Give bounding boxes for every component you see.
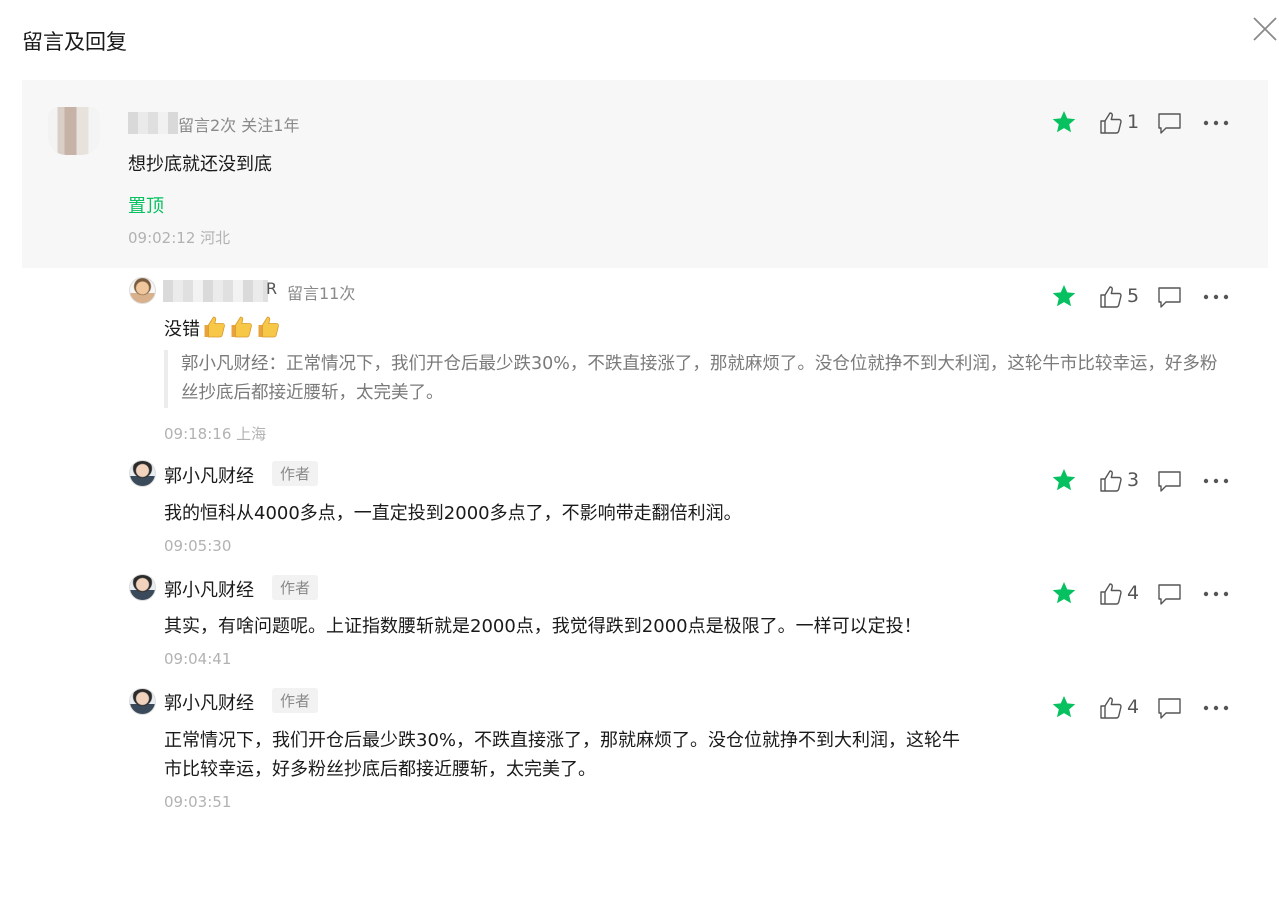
comment-content: 没错	[164, 315, 281, 344]
avatar[interactable]	[129, 277, 156, 304]
author-name[interactable]: 郭小凡财经	[164, 689, 254, 715]
comment-content: 其实，有啥问题呢。上证指数腰斩就是2000点，我觉得跌到2000点是极限了。一样…	[164, 616, 922, 637]
reply-icon[interactable]	[1157, 112, 1182, 135]
thumbs-up-icon[interactable]	[1099, 696, 1123, 720]
reply-icon[interactable]	[1157, 286, 1182, 309]
comment-actions: 4	[1051, 580, 1241, 608]
thumbs-up-icon[interactable]	[1099, 285, 1123, 309]
quoted-comment: 郭小凡财经：正常情况下，我们开仓后最少跌30%，不跌直接涨了，那就麻烦了。没仓位…	[164, 350, 1234, 408]
comment-actions: 3	[1051, 467, 1241, 495]
username-suffix: R	[266, 279, 278, 298]
comment-text: 没错	[164, 319, 200, 340]
blurred-username	[128, 112, 178, 134]
star-icon[interactable]	[1051, 694, 1077, 720]
thumbs-up-icon[interactable]	[1099, 582, 1123, 606]
pin-link[interactable]: 置顶	[128, 192, 164, 218]
thumbs-up-emoji	[258, 316, 279, 338]
author-name[interactable]: 郭小凡财经	[164, 462, 254, 488]
author-badge: 作者	[272, 461, 319, 486]
like-count: 3	[1127, 469, 1140, 491]
comment-time: 09:05:30	[164, 537, 232, 555]
top-comment: 留言2次 关注1年 想抄底就还没到底 置顶 09:02:12 河北 1	[22, 80, 1268, 268]
comment-actions: 1	[1051, 109, 1241, 137]
thumbs-up-emoji	[231, 316, 252, 338]
more-icon[interactable]	[1203, 478, 1229, 484]
comment-time: 09:02:12 河北	[128, 229, 231, 247]
reply-icon[interactable]	[1157, 470, 1182, 493]
comment-time: 09:04:41	[164, 650, 232, 668]
comment-time: 09:18:16 上海	[164, 425, 267, 443]
thumbs-up-emoji	[204, 316, 225, 338]
comment-meta: 留言11次	[287, 284, 356, 303]
comment-content: 想抄底就还没到底	[128, 154, 272, 175]
blurred-username	[163, 280, 268, 302]
comment-actions: 5	[1051, 283, 1241, 311]
comment-text-line: 正常情况下，我们开仓后最少跌30%，不跌直接涨了，那就麻烦了。没仓位就挣不到大利…	[164, 730, 961, 751]
comment-text-line: 市比较幸运，好多粉丝抄底后都接近腰斩，太完美了。	[164, 759, 596, 780]
comment-content: 正常情况下，我们开仓后最少跌30%，不跌直接涨了，那就麻烦了。没仓位就挣不到大利…	[164, 726, 1044, 784]
more-icon[interactable]	[1203, 591, 1229, 597]
dialog-title: 留言及回复	[22, 30, 127, 54]
comments-dialog: 留言及回复 留言2次 关注1年 想抄底就还没到底 置顶 09:02:12 河北 …	[0, 0, 1279, 898]
star-icon[interactable]	[1051, 580, 1077, 606]
star-icon[interactable]	[1051, 109, 1077, 135]
comment-time: 09:03:51	[164, 793, 232, 811]
author-badge: 作者	[272, 575, 319, 600]
like-count: 1	[1127, 111, 1140, 133]
reply-icon[interactable]	[1157, 583, 1182, 606]
more-icon[interactable]	[1203, 294, 1229, 300]
avatar[interactable]	[129, 460, 156, 487]
close-icon[interactable]	[1252, 16, 1278, 42]
comment-meta: 留言2次 关注1年	[178, 116, 300, 135]
author-name[interactable]: 郭小凡财经	[164, 576, 254, 602]
comment-content: 我的恒科从4000多点，一直定投到2000多点了，不影响带走翻倍利润。	[164, 503, 742, 524]
like-count: 5	[1127, 285, 1140, 307]
thumbs-up-icon[interactable]	[1099, 469, 1123, 493]
comment-actions: 4	[1051, 694, 1241, 722]
more-icon[interactable]	[1203, 120, 1229, 126]
like-count: 4	[1127, 582, 1140, 604]
star-icon[interactable]	[1051, 283, 1077, 309]
star-icon[interactable]	[1051, 467, 1077, 493]
avatar[interactable]	[129, 688, 156, 715]
avatar[interactable]	[48, 107, 100, 155]
author-badge: 作者	[272, 688, 319, 713]
avatar[interactable]	[129, 574, 156, 601]
reply-icon[interactable]	[1157, 697, 1182, 720]
more-icon[interactable]	[1203, 705, 1229, 711]
like-count: 4	[1127, 696, 1140, 718]
thumbs-up-icon[interactable]	[1099, 111, 1123, 135]
